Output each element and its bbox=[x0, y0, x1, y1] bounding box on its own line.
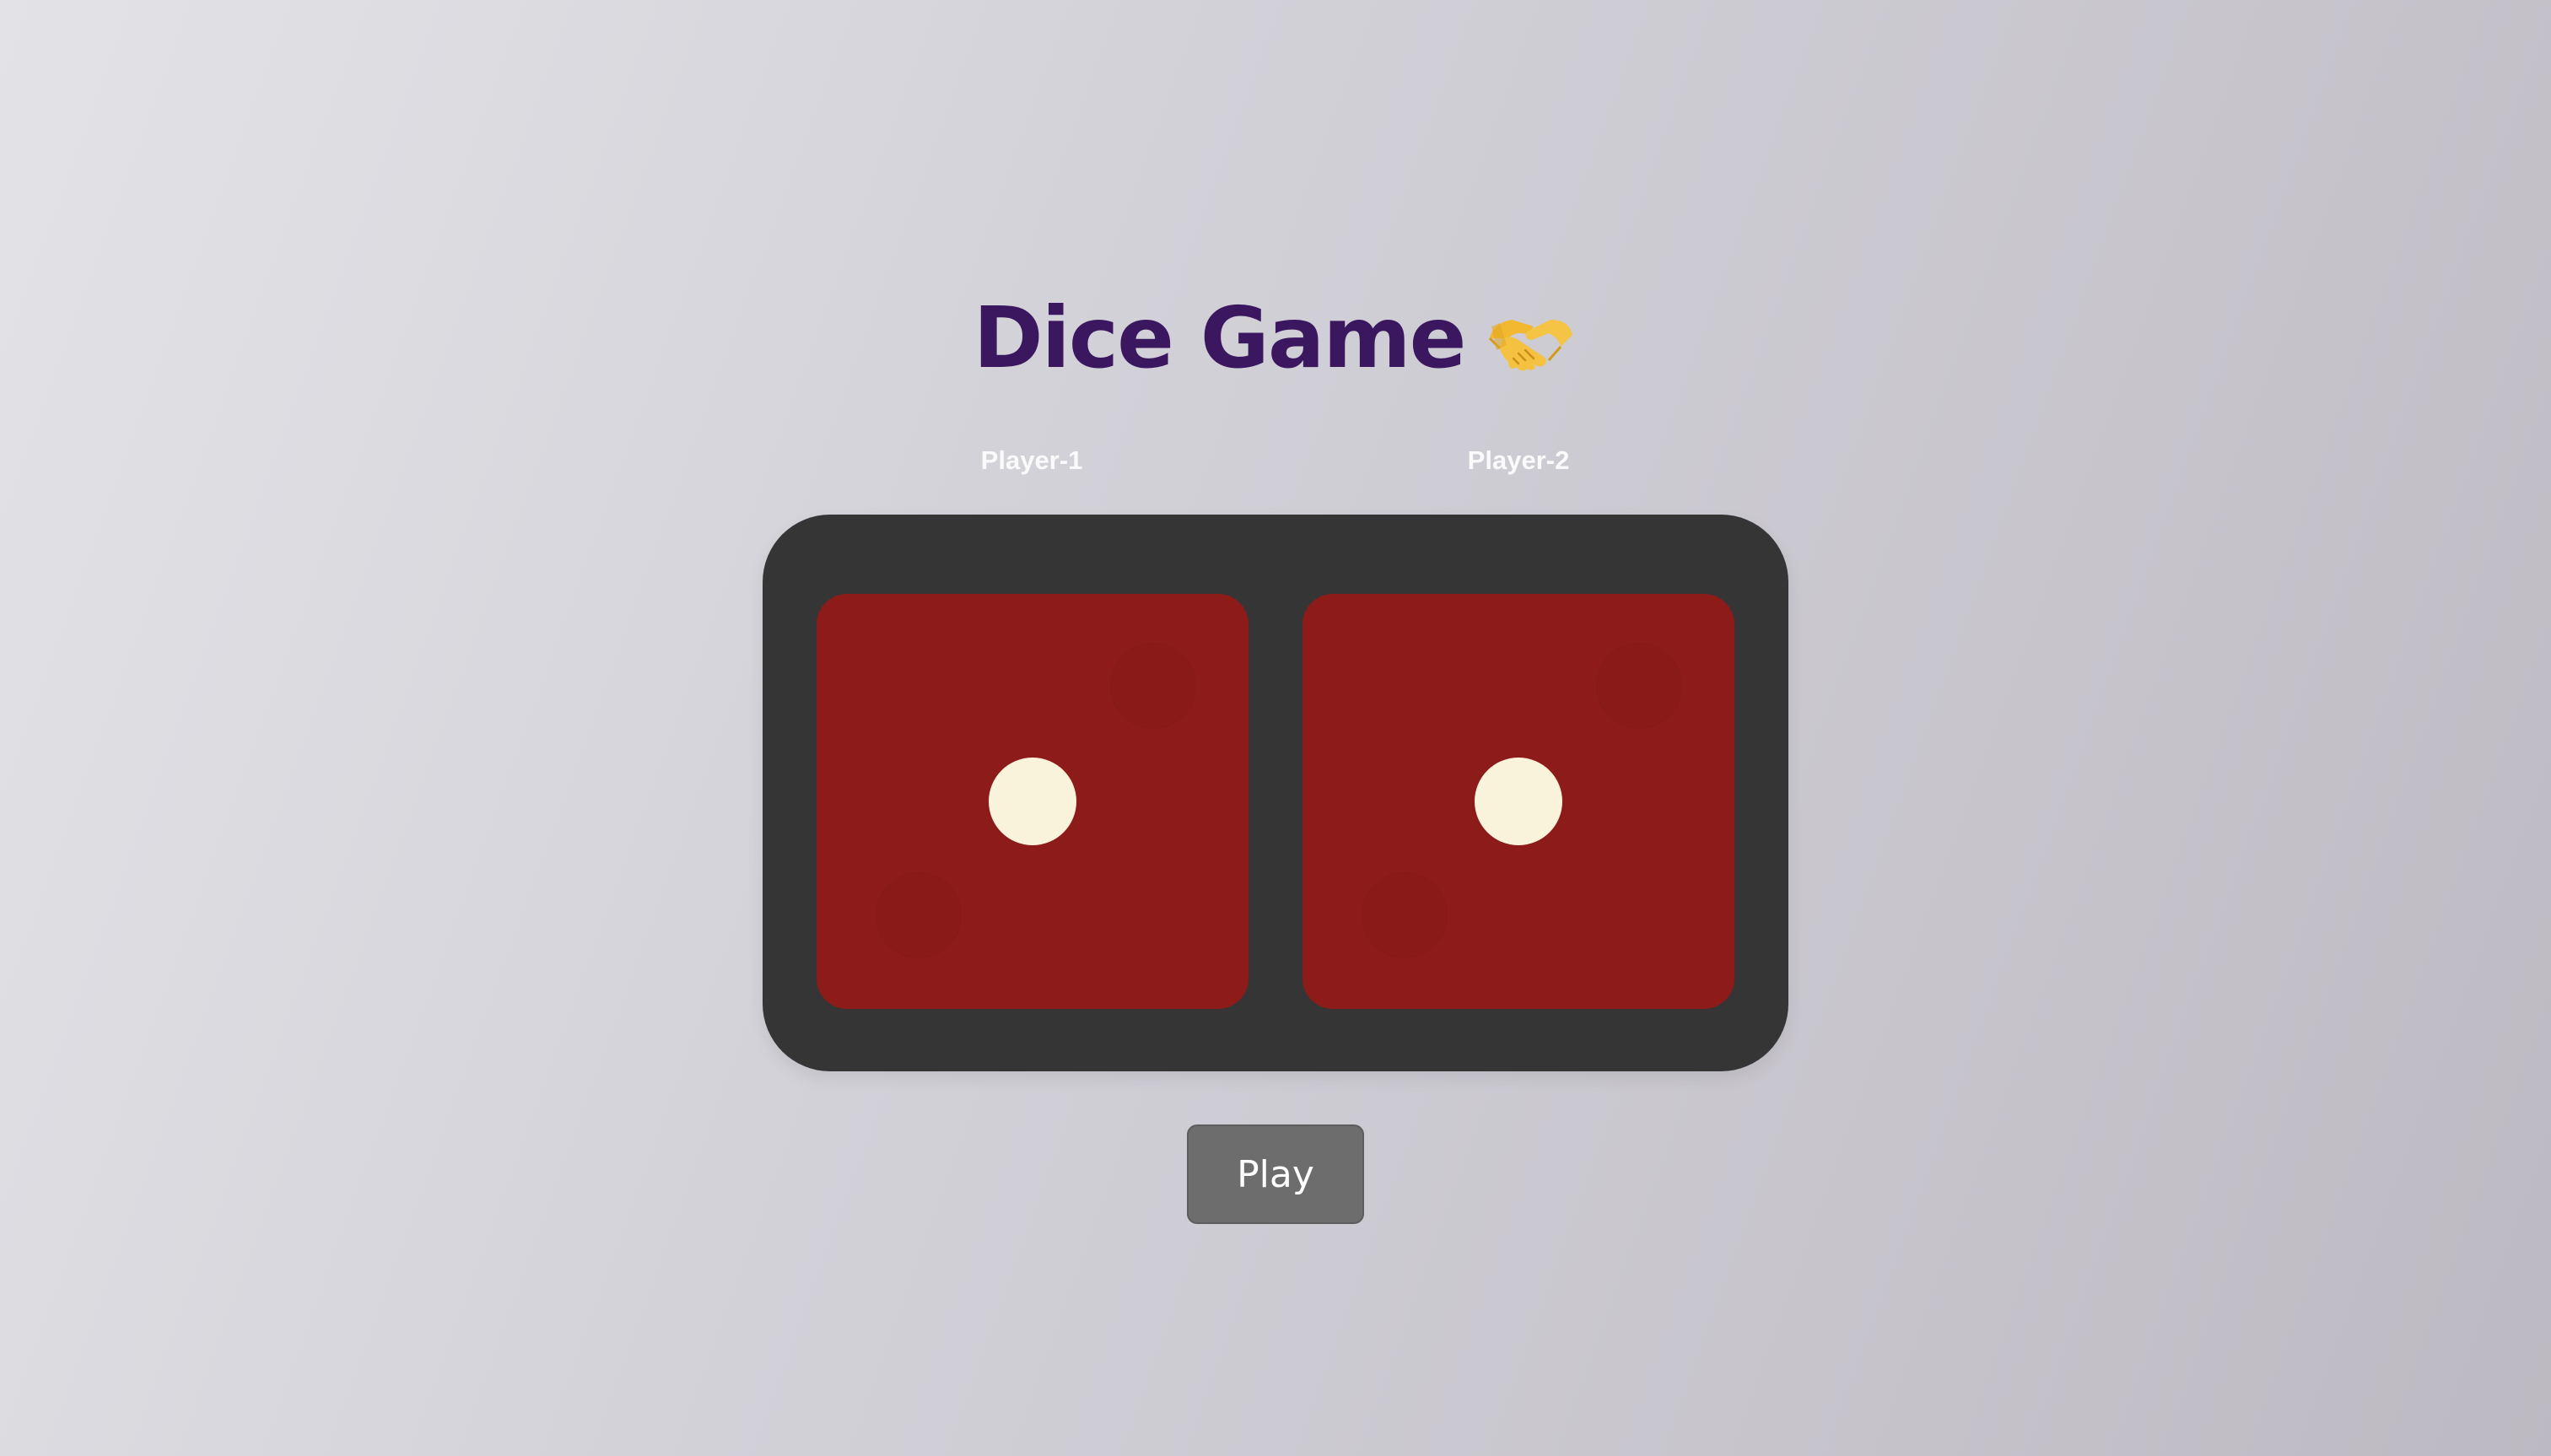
die-pip-hidden bbox=[1596, 643, 1682, 729]
player-1-label: Player-1 bbox=[980, 445, 1083, 475]
die-pip bbox=[989, 758, 1076, 845]
die-pip-hidden bbox=[876, 872, 962, 958]
die-pip bbox=[1475, 758, 1562, 845]
title-text: Dice Game bbox=[973, 288, 1467, 387]
dice-board bbox=[763, 515, 1788, 1071]
player-1-die bbox=[817, 594, 1249, 1009]
die-pip-hidden bbox=[1362, 872, 1448, 958]
player-2-die bbox=[1302, 594, 1734, 1009]
play-button[interactable]: Play bbox=[1187, 1124, 1364, 1224]
handshake-icon bbox=[1489, 320, 1573, 371]
die-pip-hidden bbox=[1110, 643, 1196, 729]
page-title: Dice Game bbox=[0, 278, 2551, 396]
player-2-label: Player-2 bbox=[1467, 445, 1570, 475]
